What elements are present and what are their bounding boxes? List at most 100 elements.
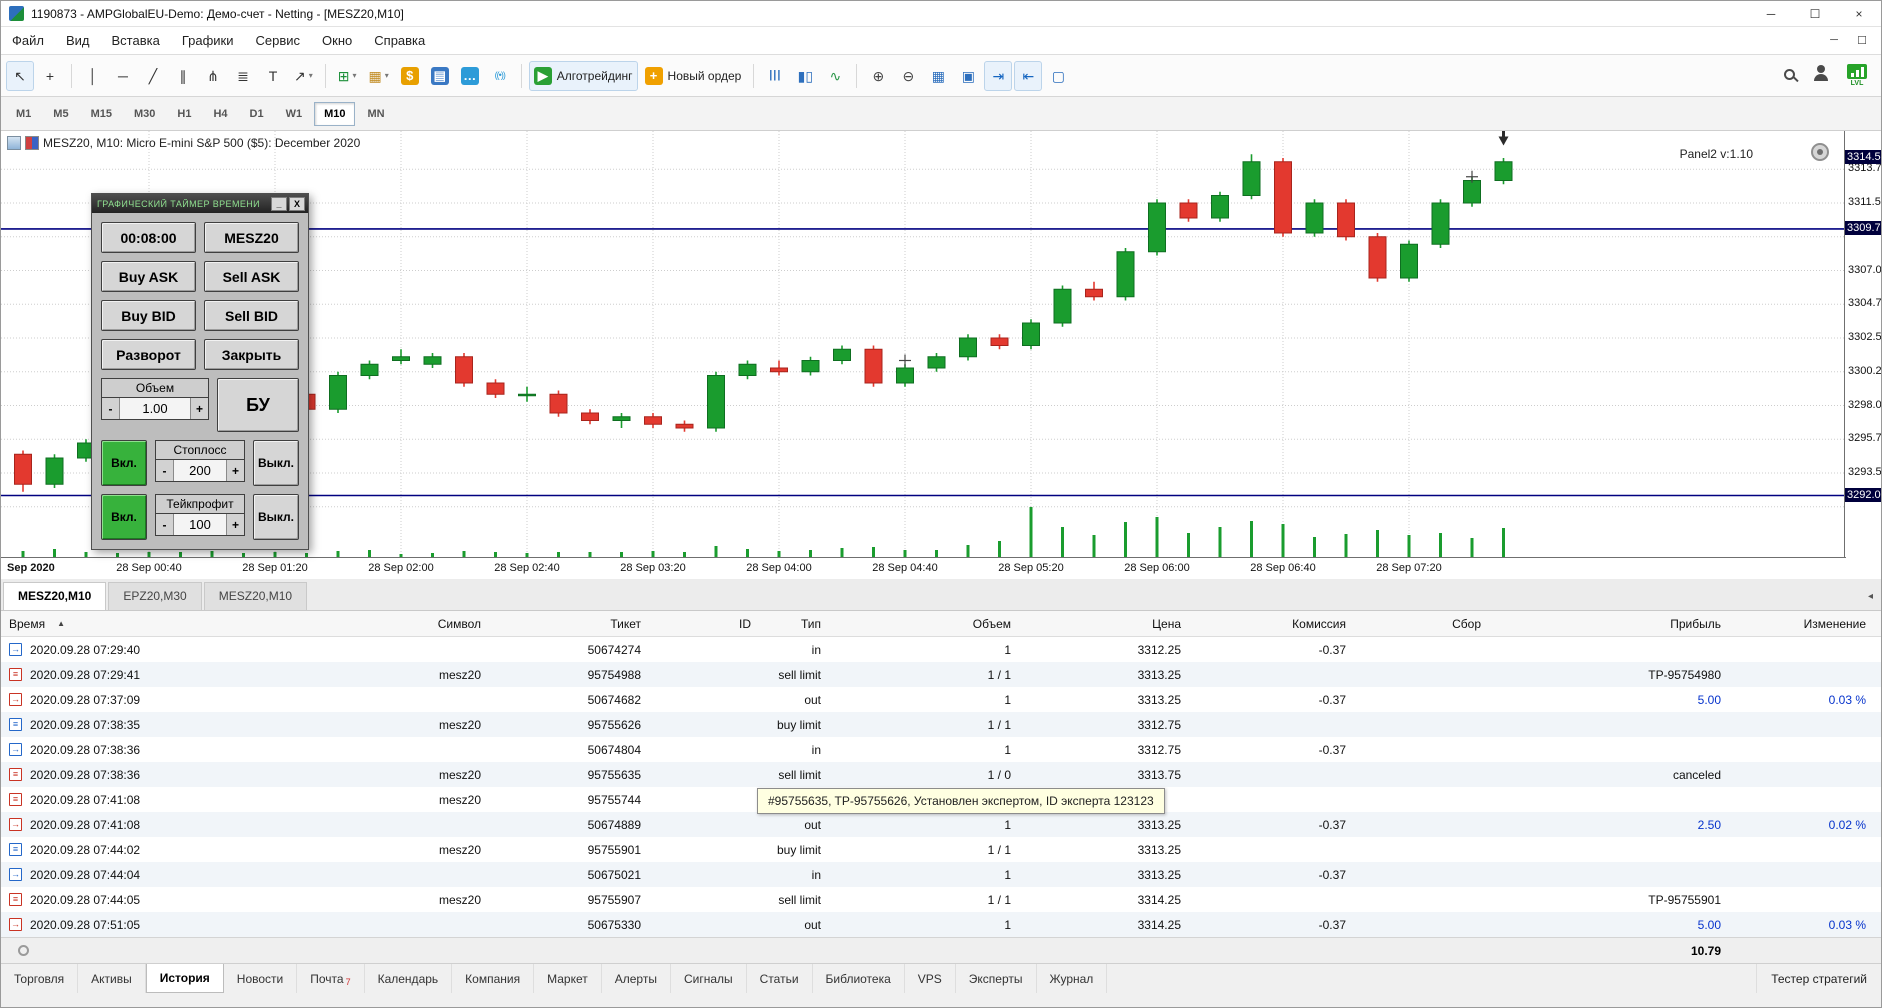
- strategy-tester-label[interactable]: Тестер стратегий: [1756, 964, 1881, 993]
- menu-tools[interactable]: Сервис: [245, 33, 312, 48]
- table-row[interactable]: ≡ 2020.09.28 07:38:36 mesz20 95755635 sell l…: [1, 762, 1881, 787]
- table-row[interactable]: ≡ 2020.09.28 07:29:41 mesz20 95754988 sell l…: [1, 662, 1881, 687]
- connection-lvl-badge[interactable]: LVL: [1847, 64, 1867, 87]
- tab-history[interactable]: История: [145, 964, 224, 993]
- column-fee[interactable]: Сбор: [1356, 617, 1491, 631]
- volume-value[interactable]: 1.00: [120, 398, 190, 419]
- reverse-button[interactable]: Разворот: [101, 339, 196, 370]
- trade-panel-close-button[interactable]: X: [289, 196, 305, 211]
- chart-tab-mesz20-m10[interactable]: MESZ20,M10: [3, 582, 107, 610]
- stoploss-value[interactable]: 200: [174, 460, 226, 481]
- time-axis[interactable]: Sep 2020 28 Sep 00:40 28 Sep 01:20 28 Sep …: [1, 557, 1846, 579]
- new-chart-button[interactable]: ⊞ ▾: [333, 61, 362, 91]
- panel-settings-icon[interactable]: [1811, 143, 1829, 161]
- chart-minimize-button[interactable]: ─: [1825, 34, 1843, 47]
- pointer-tool[interactable]: ↖: [6, 60, 34, 91]
- tab-articles[interactable]: Статьи: [747, 964, 813, 993]
- tab-library[interactable]: Библиотека: [813, 964, 905, 993]
- tab-assets[interactable]: Активы: [78, 964, 146, 993]
- column-symbol[interactable]: Символ: [311, 617, 491, 631]
- table-row[interactable]: ≡ 2020.09.28 07:44:02 mesz20 95755901 buy li…: [1, 837, 1881, 862]
- vertical-line-tool[interactable]: │: [79, 61, 107, 91]
- menu-insert[interactable]: Вставка: [101, 33, 171, 48]
- takeprofit-value[interactable]: 100: [174, 514, 226, 535]
- buy-ask-button[interactable]: Buy ASK: [101, 261, 196, 292]
- menu-help[interactable]: Справка: [363, 33, 436, 48]
- chart-tabs-scroll-left[interactable]: ◂: [1868, 591, 1873, 602]
- column-time[interactable]: Время ▲: [1, 617, 311, 631]
- tab-signals[interactable]: Сигналы: [671, 964, 747, 993]
- column-id[interactable]: ID: [651, 617, 761, 631]
- menu-charts[interactable]: Графики: [171, 33, 245, 48]
- tab-journal[interactable]: Журнал: [1037, 964, 1108, 993]
- tab-company[interactable]: Компания: [452, 964, 535, 993]
- arrange-windows-button[interactable]: ▦: [924, 61, 952, 91]
- crosshair-tool[interactable]: +: [36, 61, 64, 91]
- trendline-tool[interactable]: ╱: [139, 61, 167, 91]
- table-row[interactable]: ≡ 2020.09.28 07:38:35 mesz20 95755626 buy li…: [1, 712, 1881, 737]
- timeframe-mn[interactable]: MN: [357, 102, 394, 126]
- chart-shift-button[interactable]: ⇤: [1014, 60, 1043, 91]
- chart-tab-epz20-m30[interactable]: EPZ20,M30: [108, 582, 202, 610]
- close-button[interactable]: ×: [1837, 1, 1881, 26]
- sell-ask-button[interactable]: Sell ASK: [204, 261, 299, 292]
- minimize-button[interactable]: ─: [1749, 1, 1793, 26]
- chart-tab-mesz20-m10-2[interactable]: MESZ20,M10: [203, 582, 308, 610]
- zoom-out-button[interactable]: ⊖: [894, 61, 922, 91]
- bars-mode-button[interactable]: |||: [761, 61, 789, 91]
- breakeven-button[interactable]: БУ: [217, 378, 299, 432]
- line-mode-button[interactable]: ∿: [821, 61, 849, 91]
- equidistant-channel-tool[interactable]: ∥: [169, 61, 197, 91]
- zoom-in-button[interactable]: ⊕: [864, 61, 892, 91]
- tab-experts[interactable]: Эксперты: [956, 964, 1037, 993]
- tab-news[interactable]: Новости: [224, 964, 298, 993]
- column-ticket[interactable]: Тикет: [491, 617, 651, 631]
- stoploss-plus-button[interactable]: +: [226, 460, 244, 481]
- timeframe-m15[interactable]: M15: [81, 102, 122, 126]
- column-commission[interactable]: Комиссия: [1191, 617, 1356, 631]
- timeframe-m10[interactable]: M10: [314, 101, 356, 126]
- table-row[interactable]: → 2020.09.28 07:29:40 50674274 in 1 3312.25 -0…: [1, 637, 1881, 662]
- timeframe-m30[interactable]: M30: [124, 102, 165, 126]
- tab-vps[interactable]: VPS: [905, 964, 956, 993]
- table-row[interactable]: → 2020.09.28 07:37:09 50674682 out 1 3313.25 -…: [1, 687, 1881, 712]
- horizontal-line-tool[interactable]: ─: [109, 61, 137, 91]
- one-click-trading-button[interactable]: $: [396, 61, 424, 91]
- takeprofit-off-button[interactable]: Выкл.: [253, 494, 299, 540]
- new-order-button[interactable]: + Новый ордер: [640, 61, 747, 91]
- column-profit[interactable]: Прибыль: [1491, 617, 1731, 631]
- timeframe-h4[interactable]: H4: [203, 102, 237, 126]
- tab-calendar[interactable]: Календарь: [365, 964, 453, 993]
- restore-button[interactable]: ☐: [1793, 1, 1837, 26]
- andrews-pitchfork-tool[interactable]: ⋔: [199, 61, 227, 91]
- table-row[interactable]: → 2020.09.28 07:38:36 50674804 in 1 3312.75 -0…: [1, 737, 1881, 762]
- fibo-lines-tool[interactable]: ≣: [229, 61, 257, 91]
- trade-panel-titlebar[interactable]: ГРАФИЧЕСКИЙ ТАЙМЕР ВРЕМЕНИ _ X: [92, 194, 308, 213]
- close-position-button[interactable]: Закрыть: [204, 339, 299, 370]
- column-volume[interactable]: Объем: [831, 617, 1021, 631]
- table-row[interactable]: → 2020.09.28 07:44:04 50675021 in 1 3313.25 -0…: [1, 862, 1881, 887]
- table-row[interactable]: → 2020.09.28 07:51:05 50675330 out 1 3314.25 -…: [1, 912, 1881, 937]
- text-label-tool[interactable]: T: [259, 61, 287, 91]
- tab-alerts[interactable]: Алерты: [602, 964, 671, 993]
- community-chat-button[interactable]: …: [456, 61, 484, 91]
- buy-bid-button[interactable]: Buy BID: [101, 300, 196, 331]
- price-scale[interactable]: 3313.75 3311.50 3307.00 3304.75 3302.50 3300.…: [1844, 131, 1881, 557]
- takeprofit-minus-button[interactable]: -: [156, 514, 174, 535]
- table-row[interactable]: → 2020.09.28 07:41:08 50674889 out 1 3313.25 -…: [1, 812, 1881, 837]
- candles-mode-button[interactable]: ▮▯: [791, 61, 819, 91]
- timeframe-h1[interactable]: H1: [167, 102, 201, 126]
- arrow-objects-tool[interactable]: ↗ ▾: [289, 61, 318, 91]
- chart-templates-button[interactable]: ▦ ▾: [364, 61, 394, 91]
- tile-windows-button[interactable]: ▣: [954, 61, 982, 91]
- menu-view[interactable]: Вид: [55, 33, 101, 48]
- trade-panel-minimize-button[interactable]: _: [271, 196, 287, 211]
- volume-plus-button[interactable]: +: [190, 398, 208, 419]
- timeframe-w1[interactable]: W1: [276, 102, 313, 126]
- tab-trade[interactable]: Торговля: [1, 964, 79, 993]
- timeframe-m5[interactable]: M5: [43, 102, 78, 126]
- volume-minus-button[interactable]: -: [102, 398, 120, 419]
- tab-mailbox[interactable]: Почта 7: [297, 964, 365, 993]
- timeframe-m1[interactable]: M1: [6, 102, 41, 126]
- search-icon[interactable]: [1784, 67, 1795, 85]
